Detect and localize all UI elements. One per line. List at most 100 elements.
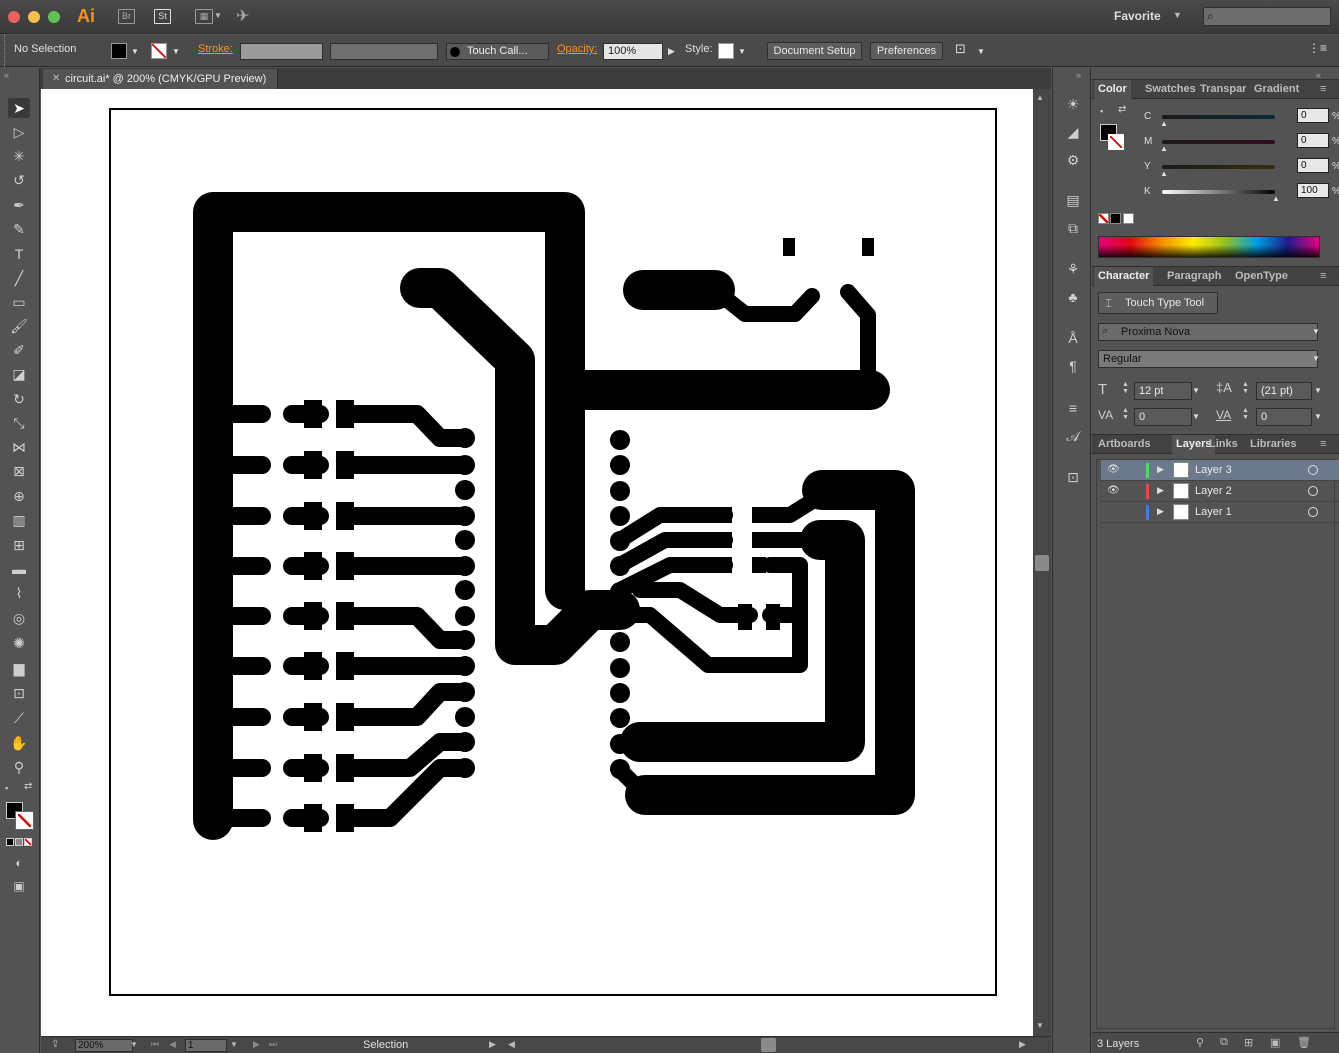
color-spectrum[interactable] <box>1098 236 1320 258</box>
variable-width-profile[interactable] <box>330 43 438 60</box>
last-artboard-icon[interactable]: ⏭ <box>269 1039 277 1050</box>
tracking-field[interactable]: 0 <box>1256 408 1312 426</box>
layer-name[interactable]: Layer 3 <box>1195 464 1232 476</box>
header-dot[interactable] <box>610 481 630 501</box>
column-graph-tool-icon[interactable]: ▆ <box>8 658 30 678</box>
bridge-button[interactable]: Br <box>118 9 135 24</box>
magenta-slider-thumb[interactable]: ▲ <box>1160 144 1168 153</box>
chevron-down-icon[interactable]: ▼ <box>977 47 985 56</box>
paragraph-styles-icon[interactable]: ¶ <box>1063 356 1083 376</box>
tab-gradient[interactable]: Gradient <box>1254 80 1299 99</box>
layer-row[interactable]: ▶ Layer 1 <box>1101 502 1339 523</box>
panel-menu-icon[interactable]: ⋮≡ <box>1308 41 1327 55</box>
swap-fill-stroke-icon[interactable]: ⇄ <box>1118 104 1126 115</box>
expand-layer-icon[interactable]: ▶ <box>1157 464 1164 475</box>
blend-tool-icon[interactable]: ◎ <box>8 608 30 628</box>
chevron-down-icon[interactable]: ▼ <box>1192 386 1200 395</box>
image-trace-icon[interactable]: ⚙ <box>1063 150 1083 170</box>
width-tool-icon[interactable]: ⋈ <box>8 437 30 457</box>
pin-block[interactable] <box>304 703 322 731</box>
curvature-tool-icon[interactable]: ✎ <box>8 219 30 239</box>
layer-target-icon[interactable] <box>1308 507 1318 517</box>
graphic-style-swatch[interactable] <box>718 43 734 59</box>
pin-dot[interactable] <box>455 707 475 727</box>
font-size-field[interactable]: 12 pt <box>1134 382 1192 400</box>
shape-builder-tool-icon[interactable]: ⊕ <box>8 486 30 506</box>
line-tool-icon[interactable]: ╱ <box>8 268 30 288</box>
stroke-label[interactable]: Stroke: <box>198 43 233 55</box>
pen-tool-icon[interactable]: ✒ <box>8 195 30 215</box>
fill-swatch[interactable] <box>111 43 127 59</box>
visibility-eye-icon[interactable]: 👁 <box>1107 485 1120 496</box>
previous-artboard-icon[interactable]: ◀ <box>169 1039 176 1050</box>
new-layer-icon[interactable]: ▣ <box>1270 1036 1280 1049</box>
swap-colors-icon[interactable]: ⇄ <box>24 781 32 792</box>
selection-tool-icon[interactable]: ➤ <box>8 98 30 118</box>
artboard-tool-icon[interactable]: ⊡ <box>8 683 30 703</box>
vertical-scrollbar[interactable]: ▲ ▼ <box>1033 89 1051 1036</box>
grip-handle[interactable] <box>4 35 6 67</box>
pin-dot[interactable] <box>455 530 475 550</box>
tab-libraries[interactable]: Libraries <box>1250 435 1296 454</box>
next-artboard-icon[interactable]: ▶ <box>253 1039 260 1050</box>
type-tool-icon[interactable]: T <box>8 244 30 264</box>
scroll-up-icon[interactable]: ▲ <box>1036 93 1044 102</box>
rotate-tool-icon[interactable]: ↻ <box>8 389 30 409</box>
panel-menu-icon[interactable]: ≡ <box>1320 435 1326 454</box>
tab-links[interactable]: Links <box>1209 435 1238 454</box>
chip-pad[interactable] <box>718 507 732 523</box>
header-dot[interactable] <box>610 683 630 703</box>
gpu-performance-icon[interactable]: ✈ <box>236 6 249 26</box>
chip-pad[interactable] <box>738 604 752 630</box>
chevron-down-icon[interactable]: ▼ <box>172 47 180 56</box>
slice-tool-icon[interactable]: ⟋ <box>8 708 30 728</box>
close-window-button[interactable] <box>8 11 20 23</box>
font-size-stepper[interactable]: ▲ ▼ <box>1122 381 1129 395</box>
artboards-panel-icon[interactable]: ⊡ <box>1063 467 1083 487</box>
pin-dot[interactable] <box>455 732 475 752</box>
tab-opentype[interactable]: OpenType <box>1235 267 1288 286</box>
stroke-panel-icon[interactable]: ≡ <box>1063 398 1083 418</box>
kerning-stepper[interactable]: ▲ ▼ <box>1122 407 1129 421</box>
gradient-mode-button[interactable] <box>15 838 23 846</box>
kerning-field[interactable]: 0 <box>1134 408 1192 426</box>
draw-mode-icon[interactable]: ◐ <box>8 853 30 873</box>
chip-pad[interactable] <box>766 604 780 630</box>
pin-dot[interactable] <box>455 556 475 576</box>
layer-target-icon[interactable] <box>1308 465 1318 475</box>
leading-stepper[interactable]: ▲ ▼ <box>1242 381 1249 395</box>
search-input[interactable] <box>1203 7 1331 26</box>
stroke-color-swatch[interactable] <box>15 811 34 830</box>
chip-pad[interactable] <box>752 532 766 548</box>
chevron-down-icon[interactable]: ▼ <box>130 1040 138 1049</box>
none-mode-button[interactable] <box>24 838 32 846</box>
chevron-down-icon[interactable]: ▼ <box>1192 412 1200 421</box>
black-slider[interactable] <box>1162 190 1275 194</box>
align-panel-icon[interactable]: ▤ <box>1063 190 1083 210</box>
new-sublayer-icon[interactable]: ⊞ <box>1244 1036 1253 1049</box>
pin-dot[interactable] <box>455 506 475 526</box>
free-transform-tool-icon[interactable]: ⊠ <box>8 461 30 481</box>
yellow-slider-thumb[interactable]: ▲ <box>1160 169 1168 178</box>
scroll-right-icon[interactable]: ▶ <box>1019 1039 1026 1050</box>
layer-name[interactable]: Layer 1 <box>1195 506 1232 518</box>
workspace-switcher[interactable]: Favorite <box>1114 9 1161 23</box>
pin-block[interactable] <box>304 451 322 479</box>
arrange-documents-icon[interactable]: ▦ <box>195 9 213 24</box>
shaper-tool-icon[interactable]: ✐ <box>8 340 30 360</box>
document-setup-button[interactable]: Document Setup <box>767 42 862 60</box>
small-pad-left[interactable] <box>783 238 795 256</box>
header-dot[interactable] <box>610 455 630 475</box>
zoom-level-field[interactable]: 200% <box>75 1039 133 1052</box>
gradient-tool-icon[interactable]: ▬ <box>8 559 30 579</box>
font-style-field[interactable]: Regular <box>1098 350 1318 368</box>
character-styles-icon[interactable]: Å <box>1063 328 1083 348</box>
black-value[interactable]: 100 <box>1297 183 1329 198</box>
eraser-tool-icon[interactable]: ◪ <box>8 364 30 384</box>
magenta-value[interactable]: 0 <box>1297 133 1329 148</box>
pin-dot[interactable] <box>455 682 475 702</box>
first-artboard-icon[interactable]: ⏮ <box>151 1039 159 1050</box>
stroke-weight-field[interactable] <box>240 43 323 60</box>
none-swatch[interactable] <box>1098 213 1109 224</box>
visibility-eye-icon[interactable]: 👁 <box>1107 464 1120 475</box>
